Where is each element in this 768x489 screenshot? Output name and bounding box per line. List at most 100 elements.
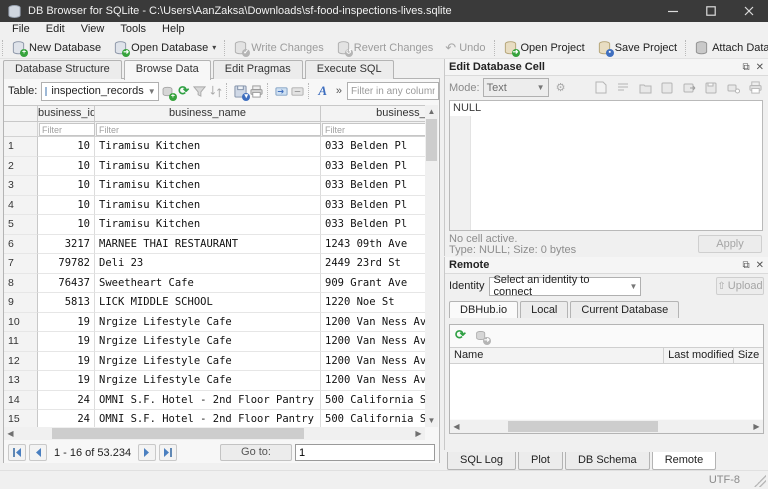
clear-filters-icon[interactable] xyxy=(192,82,208,100)
cell-business-address[interactable]: 033 Belden Pl xyxy=(321,176,425,196)
cell-business-id[interactable]: 24 xyxy=(38,410,95,427)
filter-input-business-name[interactable] xyxy=(96,123,321,136)
tab-edit-pragmas[interactable]: Edit Pragmas xyxy=(212,60,303,79)
column-header-business-name[interactable]: business_name xyxy=(95,106,321,121)
scroll-left-icon[interactable]: ◀ xyxy=(4,427,17,440)
new-cell-document-icon[interactable] xyxy=(592,79,610,97)
cell-business-address[interactable]: 1200 Van Ness Ave, xyxy=(321,332,425,352)
menu-help[interactable]: Help xyxy=(154,22,193,37)
row-number[interactable]: 8 xyxy=(4,273,38,293)
tab-db-schema[interactable]: DB Schema xyxy=(564,452,650,470)
menu-edit[interactable]: Edit xyxy=(38,22,73,37)
cell-business-name[interactable]: OMNI S.F. Hotel - 2nd Floor Pantry xyxy=(95,410,321,427)
export-cell-data-icon[interactable] xyxy=(680,79,698,97)
tab-remote[interactable]: Remote xyxy=(651,452,717,470)
remote-scroll-thumb[interactable] xyxy=(508,421,658,432)
vertical-scrollbar[interactable]: ▲ ▼ xyxy=(425,105,438,427)
filter-input-business-address[interactable] xyxy=(322,123,425,136)
cell-business-id[interactable]: 19 xyxy=(38,371,95,391)
scroll-down-icon[interactable]: ▼ xyxy=(425,414,438,427)
new-database-button[interactable]: + New Database xyxy=(5,38,107,57)
cell-business-id[interactable]: 19 xyxy=(38,351,95,371)
toolbar-extension-icon[interactable]: » xyxy=(331,82,347,100)
font-icon[interactable]: A xyxy=(315,82,331,100)
remote-horizontal-scrollbar[interactable]: ◀ ▶ xyxy=(450,420,763,433)
cell-business-address[interactable]: 500 California St, xyxy=(321,410,425,427)
minimize-button[interactable] xyxy=(654,0,692,22)
cell-business-id[interactable]: 24 xyxy=(38,390,95,410)
cell-editor[interactable]: NULL xyxy=(449,100,763,231)
cell-business-address[interactable]: 2449 23rd St xyxy=(321,254,425,274)
row-number[interactable]: 4 xyxy=(4,195,38,215)
column-header-size[interactable]: Size xyxy=(734,348,763,363)
cell-business-address[interactable]: 1200 Van Ness Ave, xyxy=(321,371,425,391)
tab-execute-sql[interactable]: Execute SQL xyxy=(304,60,394,79)
cell-business-name[interactable]: Nrgize Lifestyle Cafe xyxy=(95,371,321,391)
revert-changes-button[interactable]: ↺ Revert Changes xyxy=(330,38,440,57)
cell-business-address[interactable]: 1200 Van Ness Ave, xyxy=(321,313,425,332)
write-changes-button[interactable]: ✓ Write Changes xyxy=(227,38,330,57)
cell-business-name[interactable]: Sweetheart Cafe xyxy=(95,273,321,293)
cell-business-name[interactable]: Nrgize Lifestyle Cafe xyxy=(95,351,321,371)
row-number[interactable]: 9 xyxy=(4,293,38,313)
cell-business-name[interactable]: MARNEE THAI RESTAURANT xyxy=(95,234,321,254)
row-number[interactable]: 14 xyxy=(4,390,38,410)
mode-combo[interactable]: Text ▼ xyxy=(482,78,549,97)
delete-values-icon[interactable] xyxy=(290,82,306,100)
row-number[interactable]: 6 xyxy=(4,234,38,254)
row-number[interactable]: 15 xyxy=(4,410,38,427)
open-project-button[interactable]: ➜ Open Project xyxy=(497,38,591,57)
cell-business-id[interactable]: 76437 xyxy=(38,273,95,293)
column-header-business-address[interactable]: business_address xyxy=(321,106,425,121)
cell-business-address[interactable]: 1243 09th Ave xyxy=(321,235,425,254)
close-dock-icon[interactable]: ✕ xyxy=(756,62,764,73)
menu-file[interactable]: File xyxy=(4,22,38,37)
tab-plot[interactable]: Plot xyxy=(518,452,563,470)
scroll-up-icon[interactable]: ▲ xyxy=(425,105,438,118)
auto-switch-mode-icon[interactable]: ⚙ xyxy=(552,79,570,97)
filter-input-business-id[interactable] xyxy=(39,123,95,136)
cell-business-address[interactable]: 033 Belden Pl xyxy=(321,137,425,157)
cell-business-id[interactable]: 19 xyxy=(38,312,95,332)
cell-business-name[interactable]: Deli 23 xyxy=(95,254,321,274)
row-number[interactable]: 11 xyxy=(4,332,38,352)
float-dock-icon[interactable]: ⧉ xyxy=(742,260,749,271)
print-icon[interactable] xyxy=(249,82,265,100)
cell-business-address[interactable]: 1220 Noe St xyxy=(321,293,425,313)
resize-grip[interactable] xyxy=(754,475,766,487)
column-header-business-id[interactable]: business_id xyxy=(38,106,95,121)
insert-record-icon[interactable]: + xyxy=(159,82,177,101)
cell-business-id[interactable]: 79782 xyxy=(38,254,95,274)
save-project-button[interactable]: ▪ Save Project xyxy=(591,38,683,57)
cell-business-address[interactable]: 033 Belden Pl xyxy=(321,157,425,176)
cell-business-name[interactable]: Tiramisu Kitchen xyxy=(95,176,321,196)
row-number[interactable]: 5 xyxy=(4,215,38,235)
close-dock-icon[interactable]: ✕ xyxy=(756,260,764,271)
cell-business-address[interactable]: 500 California St, xyxy=(321,391,425,410)
upload-button[interactable]: ⇧ Upload xyxy=(716,277,764,295)
cell-business-address[interactable]: 033 Belden Pl xyxy=(321,215,425,235)
next-record-button[interactable] xyxy=(138,444,157,461)
table-select-combo[interactable]: inspection_records ▼ xyxy=(41,81,160,101)
insert-values-icon[interactable] xyxy=(274,82,290,100)
goto-input[interactable] xyxy=(295,444,435,461)
encoding-label[interactable]: UTF-8 xyxy=(709,474,740,486)
cell-business-name[interactable]: LICK MIDDLE SCHOOL xyxy=(95,293,321,313)
cell-business-name[interactable]: OMNI S.F. Hotel - 2nd Floor Pantry xyxy=(95,390,321,410)
identity-combo[interactable]: Select an identity to connect ▼ xyxy=(489,274,642,298)
close-button[interactable] xyxy=(730,0,768,22)
undo-button[interactable]: ↶ Undo xyxy=(439,39,491,56)
cell-business-id[interactable]: 19 xyxy=(38,332,95,352)
row-number[interactable]: 3 xyxy=(4,176,38,196)
tab-local[interactable]: Local xyxy=(520,301,569,318)
refresh-icon[interactable]: ⟳ xyxy=(176,82,192,100)
scroll-right-icon[interactable]: ▶ xyxy=(750,420,763,433)
first-record-button[interactable] xyxy=(8,444,26,461)
menu-tools[interactable]: Tools xyxy=(112,22,154,37)
open-database-dropdown-icon[interactable]: ▾ xyxy=(212,43,216,52)
cell-business-name[interactable]: Nrgize Lifestyle Cafe xyxy=(95,332,321,352)
cell-business-id[interactable]: 10 xyxy=(38,156,95,176)
column-header-name[interactable]: Name xyxy=(450,348,665,363)
import-cell-data-icon[interactable] xyxy=(658,79,676,97)
scroll-right-icon[interactable]: ▶ xyxy=(412,427,425,440)
